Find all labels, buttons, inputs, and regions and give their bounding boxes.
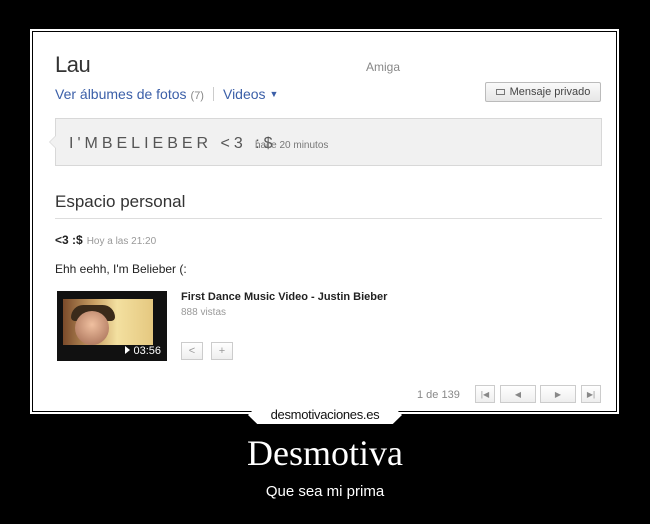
thumbnail-image — [63, 299, 153, 345]
post-body: Ehh eehh, I'm Belieber (: — [55, 262, 187, 276]
post-author[interactable]: <3 :$ — [55, 233, 83, 247]
envelope-icon — [495, 89, 505, 95]
site-watermark: desmotivaciones.es — [248, 406, 402, 424]
profile-name: Lau — [55, 52, 91, 77]
poster-title: Desmotiva — [247, 433, 403, 473]
video-duration: 03:56 — [125, 345, 161, 357]
section-divider — [55, 218, 602, 219]
video-thumbnail[interactable]: 03:56 — [57, 291, 167, 361]
status-text: I'MBELIEBER <3 :$ — [69, 135, 277, 152]
pager-first-button[interactable]: |◀ — [475, 385, 495, 403]
status-box: I'MBELIEBER <3 :$ hace 20 minutos — [49, 118, 602, 166]
section-title: Espacio personal — [55, 192, 186, 211]
photo-albums-link[interactable]: Ver álbumes de fotos — [55, 86, 187, 102]
pager-prev-button[interactable]: ◀ — [500, 385, 536, 403]
thumbnail-face — [75, 311, 109, 345]
pager-next-button[interactable]: ▶ — [540, 385, 576, 403]
post-time: Hoy a las 21:20 — [86, 236, 157, 247]
play-icon — [125, 346, 131, 354]
video-title[interactable]: First Dance Music Video - Justin Bieber — [181, 291, 387, 303]
pager-last-button[interactable]: ▶| — [581, 385, 601, 403]
private-message-button[interactable]: Mensaje privado — [485, 82, 601, 102]
chevron-down-icon[interactable]: ▼ — [270, 89, 279, 99]
pager-label: 1 de 139 — [417, 389, 460, 401]
add-button[interactable]: + — [211, 342, 233, 360]
poster-subtitle: Que sea mi prima — [265, 483, 385, 500]
video-views: 888 vistas — [181, 307, 227, 318]
profile-screenshot: Lau Amiga Ver álbumes de fotos (7) Videos ▼… — [33, 32, 616, 411]
profile-links: Ver álbumes de fotos (7) Videos ▼ — [55, 86, 278, 102]
post-header: <3 :$ Hoy a las 21:20 — [55, 233, 156, 247]
videos-link[interactable]: Videos — [223, 86, 266, 102]
share-button[interactable]: < — [181, 342, 203, 360]
private-message-label: Mensaje privado — [509, 86, 591, 98]
relation-label: Amiga — [366, 60, 401, 74]
link-divider — [212, 87, 214, 101]
status-pointer — [49, 135, 56, 149]
status-time: hace 20 minutos — [255, 140, 329, 151]
photo-albums-count: (7) — [190, 90, 204, 102]
